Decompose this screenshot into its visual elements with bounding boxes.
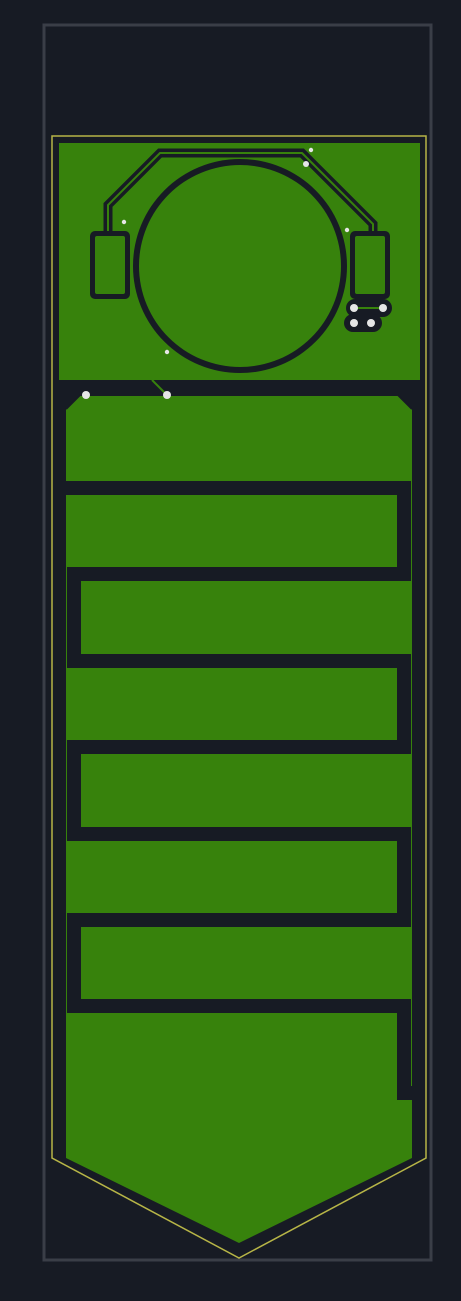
via [350, 319, 358, 327]
via [163, 391, 171, 399]
circular-component-pad [139, 165, 341, 367]
via [367, 319, 375, 327]
pcb-viewer-canvas[interactable] [0, 0, 461, 1301]
right-pad-copper [355, 236, 385, 294]
via [303, 161, 309, 167]
sensor-probe-copper [66, 395, 412, 1243]
left-pad-copper [95, 236, 125, 294]
left-pad [90, 231, 130, 299]
via [379, 304, 387, 312]
via [164, 349, 170, 355]
right-pad [350, 231, 390, 299]
circular-component [133, 159, 347, 373]
via [350, 304, 358, 312]
via [121, 219, 127, 225]
connector-via-bridge-bottom [344, 314, 382, 332]
via [82, 391, 90, 399]
via [344, 227, 350, 233]
via [308, 147, 314, 153]
